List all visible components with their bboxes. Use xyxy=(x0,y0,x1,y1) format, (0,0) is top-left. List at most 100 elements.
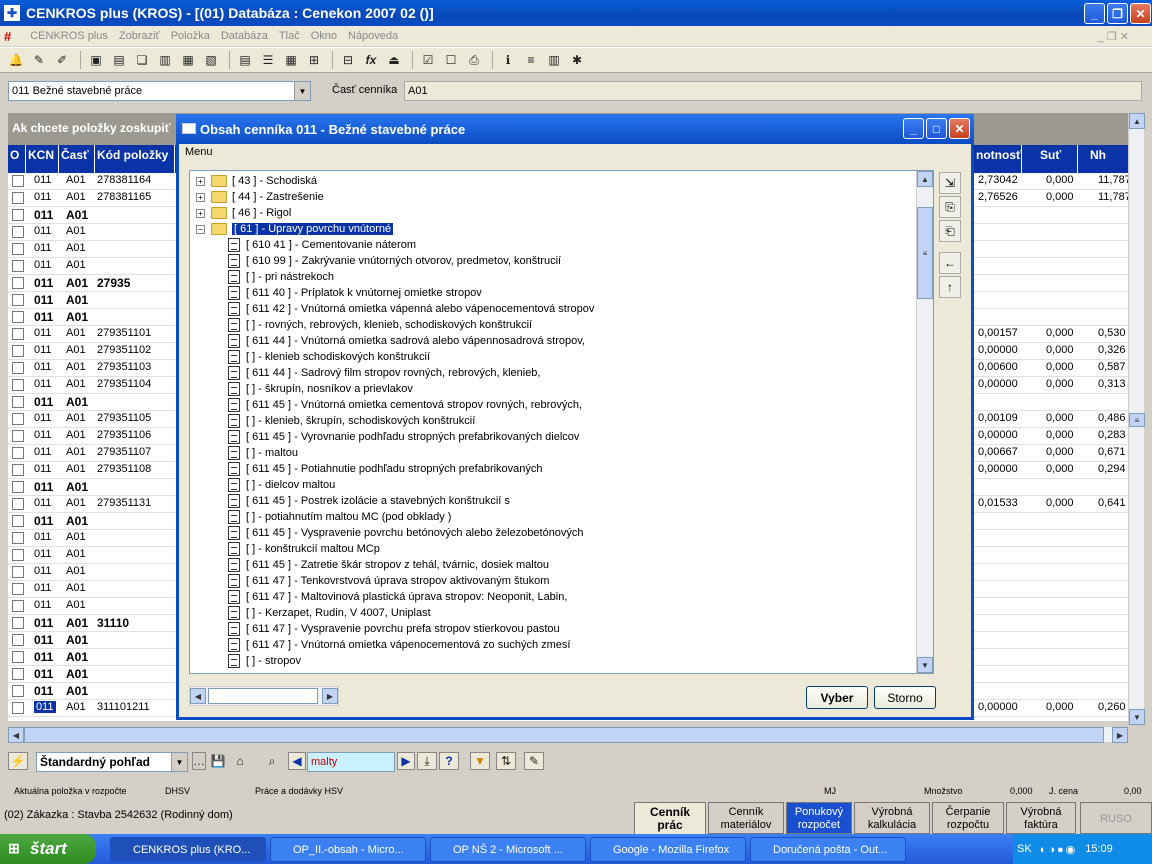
home-icon[interactable]: ⌂ xyxy=(230,752,250,770)
menu-tlac[interactable]: Tlač xyxy=(279,30,300,42)
help-icon[interactable]: ? xyxy=(439,752,459,770)
tree-scroll-thumb[interactable]: ≡ xyxy=(917,207,933,299)
structure-icon[interactable]: ⊟ xyxy=(338,51,358,69)
scroll-left-icon[interactable]: ◀ xyxy=(8,727,24,743)
chevron-down-icon[interactable]: ▼ xyxy=(294,82,310,100)
row-checkbox[interactable] xyxy=(12,226,24,238)
menu-okno[interactable]: Okno xyxy=(311,30,337,42)
row-checkbox[interactable] xyxy=(12,583,24,595)
row-checkbox[interactable] xyxy=(12,362,24,374)
language-indicator[interactable]: SK xyxy=(1017,843,1032,855)
tree-node[interactable]: − [ 61 ] - Úpravy povrchu vnútorné xyxy=(196,221,394,237)
task-cenkros[interactable]: CENKROS plus (KRO... xyxy=(110,837,266,862)
tree-node[interactable]: [ 611 45 ] - Postrek izolácie a stavebný… xyxy=(228,493,510,509)
tree-node[interactable]: [ ] - maltou xyxy=(228,445,298,461)
tree-node[interactable]: [ ] - Kerzapet, Rudin, V 4007, Uniplast xyxy=(228,605,431,621)
info-icon[interactable]: ℹ xyxy=(498,51,518,69)
col-sut[interactable]: Suť xyxy=(1038,145,1078,173)
col-kod[interactable]: Kód položky xyxy=(95,145,175,173)
row-checkbox[interactable] xyxy=(12,617,24,629)
tree-node[interactable]: + [ 46 ] - Rigol xyxy=(196,205,291,221)
tree-node[interactable]: [ 611 45 ] - Vnútorná omietka cementová … xyxy=(228,397,582,413)
remove-icon[interactable]: ▥ xyxy=(155,51,175,69)
tree-node[interactable]: [ ] - klenieb schodiskových konštrukcií xyxy=(228,349,430,365)
module-tab[interactable]: Cenník prác xyxy=(634,802,706,834)
tree-node[interactable]: [ ] - škrupín, nosníkov a prievlakov xyxy=(228,381,413,397)
scroll-right-icon[interactable]: ▶ xyxy=(1112,727,1128,743)
tree-node[interactable]: [ 610 41 ] - Cementovanie náterom xyxy=(228,237,416,253)
copy-icon[interactable]: ❏ xyxy=(132,51,152,69)
task-outlook[interactable]: Doručená pošta - Out... xyxy=(750,837,906,862)
row-checkbox[interactable] xyxy=(12,498,24,510)
menu-cenkros[interactable]: CENKROS plus xyxy=(30,30,108,42)
exit-icon[interactable]: ⏏ xyxy=(384,51,404,69)
part-field[interactable]: A01 xyxy=(404,81,1142,101)
task-word1[interactable]: OP_II.-obsah - Micro... xyxy=(270,837,426,862)
row-checkbox[interactable] xyxy=(12,668,24,680)
tree-node[interactable]: [ 610 99 ] - Zakrývanie vnútorných otvor… xyxy=(228,253,561,269)
print-icon[interactable]: ⎙ xyxy=(464,51,484,69)
module-tab[interactable]: Čerpanie rozpočtu xyxy=(932,802,1004,834)
remove-item-icon[interactable]: ⎗ xyxy=(939,220,961,242)
row-checkbox[interactable] xyxy=(12,600,24,612)
delete-edit-icon[interactable]: ✐ xyxy=(52,51,72,69)
grid-hscrollbar[interactable]: ◀ ▶ xyxy=(8,726,1128,743)
row-checkbox[interactable] xyxy=(12,260,24,272)
row-checkbox[interactable] xyxy=(12,328,24,340)
tree-node[interactable]: [ 611 47 ] - Vyspravenie povrchu prefa s… xyxy=(228,621,560,637)
col-hmotnost[interactable]: notnosť xyxy=(974,145,1022,173)
sort-icon[interactable]: ⇅ xyxy=(496,752,516,770)
tree-scroll-up-icon[interactable]: ▲ xyxy=(917,171,933,187)
arrow-up-icon[interactable]: ↑ xyxy=(939,276,961,298)
col-o[interactable]: O xyxy=(8,145,26,173)
tree-icon[interactable]: ⊞ xyxy=(304,51,324,69)
grid-vscrollbar[interactable]: ▲ ≡ ▼ xyxy=(1128,113,1145,725)
move2-icon[interactable]: ▧ xyxy=(201,51,221,69)
module-tab[interactable]: Cenník materiálov xyxy=(708,802,784,834)
row-checkbox[interactable] xyxy=(12,532,24,544)
list-icon[interactable]: ☰ xyxy=(258,51,278,69)
row-checkbox[interactable] xyxy=(12,311,24,323)
expand-icon[interactable]: + xyxy=(196,176,205,186)
tree-scroll-down-icon[interactable]: ▼ xyxy=(917,657,933,673)
row-checkbox[interactable] xyxy=(12,566,24,578)
row-checkbox[interactable] xyxy=(12,447,24,459)
insert-item-icon[interactable]: ⇲ xyxy=(939,172,961,194)
row-checkbox[interactable] xyxy=(12,379,24,391)
row-checkbox[interactable] xyxy=(12,294,24,306)
hscroll-thumb[interactable] xyxy=(24,727,1104,743)
insert-chapter-icon[interactable]: ⎘ xyxy=(939,196,961,218)
row-checkbox[interactable] xyxy=(12,634,24,646)
menu-databaza[interactable]: Databáza xyxy=(221,30,268,42)
tree-node[interactable]: [ ] - pri nástrekoch xyxy=(228,269,334,285)
module-tab[interactable]: Ponukový rozpočet xyxy=(786,802,852,834)
minimize-button[interactable]: _ xyxy=(1084,3,1105,24)
tree-node[interactable]: [ 611 45 ] - Vyspravenie povrchu betónov… xyxy=(228,525,584,541)
col-nh[interactable]: Nh xyxy=(1088,145,1128,173)
lightning-icon[interactable]: ⚡ xyxy=(8,752,28,770)
bell-icon[interactable]: 🔔 xyxy=(6,51,26,69)
tools-icon[interactable]: ✱ xyxy=(567,51,587,69)
open-icon[interactable]: ▤ xyxy=(109,51,129,69)
row-checkbox[interactable] xyxy=(12,175,24,187)
rows-icon[interactable]: ≡ xyxy=(521,51,541,69)
save-view-icon[interactable]: 💾 xyxy=(208,752,228,770)
checkbox-empty-icon[interactable]: ☐ xyxy=(441,51,461,69)
tree-scroll-right-icon[interactable]: ▶ xyxy=(322,688,338,704)
menu-zobrazit[interactable]: Zobraziť xyxy=(119,30,160,42)
arrow-left-icon[interactable]: ← xyxy=(939,252,961,274)
more-icon[interactable]: … xyxy=(192,752,206,770)
tree-node[interactable]: [ 611 45 ] - Potiahnutie podhľadu stropn… xyxy=(228,461,543,477)
tree-node[interactable]: + [ 43 ] - Schodiská xyxy=(196,173,317,189)
row-checkbox[interactable] xyxy=(12,345,24,357)
search-prev-icon[interactable]: ◀ xyxy=(288,752,306,770)
menu-napoveda[interactable]: Nápoveda xyxy=(348,30,398,42)
module-tab[interactable]: Výrobná kalkulácia xyxy=(854,802,930,834)
col-cast[interactable]: Časť xyxy=(59,145,95,173)
tree-node[interactable]: [ ] - dielcov maltou xyxy=(228,477,335,493)
tree-node[interactable]: [ ] - klenieb, škrupín, schodiskových ko… xyxy=(228,413,475,429)
tree-node[interactable]: [ 611 45 ] - Zatretie škár stropov z teh… xyxy=(228,557,549,573)
tree-node[interactable]: + [ 44 ] - Zastrešenie xyxy=(196,189,324,205)
row-checkbox[interactable] xyxy=(12,651,24,663)
tree-node[interactable]: [ 611 44 ] - Vnútorná omietka sadrová al… xyxy=(228,333,585,349)
